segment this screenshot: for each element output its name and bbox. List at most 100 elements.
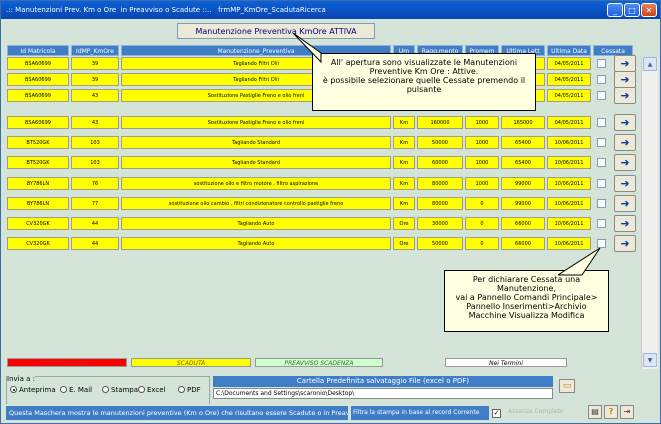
cell-um: Km	[393, 177, 415, 190]
cell-idmp: 39	[71, 57, 119, 70]
callout-line: è possibile selezionare quelle Cessate p…	[322, 76, 526, 85]
cell-idmp: 76	[71, 177, 119, 190]
cell-ultima-lett: 66000	[501, 217, 545, 230]
cell-promem: 1000	[465, 136, 499, 149]
cell-idmp: 43	[71, 116, 119, 129]
main-window: .:: Manutenzioni Prev. Km o Ore in Preav…	[0, 0, 661, 424]
cell-matricola: BY786LN	[7, 177, 69, 190]
legend-cessata: ZbisCessazione	[7, 358, 127, 367]
cell-matricola: BT520GK	[7, 156, 69, 169]
scroll-down-icon[interactable]: ▼	[643, 353, 657, 367]
manutenzione-attiva-button[interactable]: Manutenzione Preventiva KmOre ATTIVA	[177, 23, 375, 39]
radio-label: PDF	[187, 386, 201, 394]
cell-promem: 0	[465, 217, 499, 230]
cell-ultima-lett: 165000	[501, 116, 545, 129]
radio-selected-icon[interactable]	[10, 386, 17, 393]
folder-path-field[interactable]: C:\Documents and Settings\scaronio\Deskt…	[213, 388, 553, 399]
cessata-checkbox[interactable]	[597, 118, 606, 127]
radio-email[interactable]: E. Mail	[60, 386, 92, 395]
cell-matricola: BY786LN	[7, 197, 69, 210]
radio-excel[interactable]: Excel	[138, 386, 166, 395]
cell-raggiungimento: 160000	[417, 116, 463, 129]
cell-um: Ore	[393, 237, 415, 250]
minimize-button[interactable]: _	[607, 3, 623, 17]
cell-idmp: 103	[71, 156, 119, 169]
filter-checkbox[interactable]: ✓	[492, 409, 501, 418]
open-record-arrow-icon[interactable]: ➜	[614, 195, 636, 212]
print-preview-icon[interactable]: ▤	[588, 405, 602, 419]
cell-um: Ore	[393, 217, 415, 230]
cell-idmp: 44	[71, 237, 119, 250]
form-content: Manutenzione Preventiva KmOre ATTIVA Id …	[3, 19, 658, 421]
open-record-arrow-icon[interactable]: ➜	[614, 175, 636, 192]
radio-stampa[interactable]: Stampa	[102, 386, 138, 395]
cell-matricola: BSA60699	[7, 89, 69, 102]
cell-ultima-data: 04/05/2011	[547, 116, 591, 129]
cessata-checkbox[interactable]	[597, 219, 606, 228]
cell-ultima-lett: 99000	[501, 177, 545, 190]
scroll-up-icon[interactable]: ▲	[643, 57, 657, 71]
radio-label: Stampa	[111, 386, 139, 394]
cell-idmp: 39	[71, 73, 119, 86]
radio-icon[interactable]	[138, 386, 145, 393]
open-record-arrow-icon[interactable]: ➜	[614, 154, 636, 171]
cessata-checkbox[interactable]	[597, 179, 606, 188]
cell-matricola: BSA60699	[7, 116, 69, 129]
radio-label: Excel	[147, 386, 166, 394]
vertical-scrollbar[interactable]: ▲ ▼	[641, 57, 658, 369]
radio-label: Anteprima	[19, 386, 56, 394]
cell-ultima-lett: 66000	[501, 237, 545, 250]
exit-icon[interactable]: ⇥	[620, 405, 634, 419]
cessata-checkbox[interactable]	[597, 91, 606, 100]
radio-icon[interactable]	[60, 386, 67, 393]
radio-icon[interactable]	[178, 386, 185, 393]
open-record-arrow-icon[interactable]: ➜	[614, 55, 636, 72]
cell-idmp: 77	[71, 197, 119, 210]
cell-idmp: 103	[71, 136, 119, 149]
cell-raggiungimento: 60000	[417, 156, 463, 169]
radio-anteprima[interactable]: Anteprima	[10, 386, 56, 395]
open-record-arrow-icon[interactable]: ➜	[614, 215, 636, 232]
cell-idmp: 43	[71, 89, 119, 102]
invia-label: Invia a :	[7, 375, 35, 383]
callout-pointer-top	[293, 33, 322, 63]
radio-icon[interactable]	[102, 386, 109, 393]
cell-promem: 1000	[465, 156, 499, 169]
cessata-checkbox[interactable]	[597, 75, 606, 84]
callout-line: Manutenzione,	[497, 284, 556, 293]
callout-line: All' apertura sono visualizzate le Manut…	[330, 58, 518, 67]
cell-promem: 1000	[465, 116, 499, 129]
cell-raggiungimento: 30000	[417, 217, 463, 230]
help-icon[interactable]: ?	[604, 405, 618, 419]
cell-matricola: BSA60699	[7, 73, 69, 86]
open-record-arrow-icon[interactable]: ➜	[614, 87, 636, 104]
cessata-checkbox[interactable]	[597, 138, 606, 147]
cell-manutenzione: sostituzione olio e filtro motore , filt…	[121, 177, 391, 190]
open-record-arrow-icon[interactable]: ➜	[614, 134, 636, 151]
cell-manutenzione: Tagliando Auto	[121, 237, 391, 250]
cessata-checkbox[interactable]	[597, 199, 606, 208]
cell-um: Km	[393, 197, 415, 210]
open-record-arrow-icon[interactable]: ➜	[614, 71, 636, 88]
open-record-arrow-icon[interactable]: ➜	[614, 114, 636, 131]
cell-ultima-lett: 65400	[501, 136, 545, 149]
cell-ultima-data: 04/05/2011	[547, 89, 591, 102]
cell-raggiungimento: 50000	[417, 237, 463, 250]
close-button[interactable]: ✕	[641, 3, 657, 17]
open-record-arrow-icon[interactable]: ➜	[614, 235, 636, 252]
cell-ultima-lett: 99000	[501, 197, 545, 210]
cessata-checkbox[interactable]	[597, 158, 606, 167]
callout-line: pulsante	[406, 85, 442, 94]
cell-matricola: BSA60699	[7, 57, 69, 70]
radio-pdf[interactable]: PDF	[178, 386, 201, 395]
cell-ultima-data: 04/05/2011	[547, 57, 591, 70]
status-bar: Questa Maschera mostra le manutenzioni p…	[3, 404, 658, 420]
cessata-checkbox[interactable]	[597, 59, 606, 68]
radio-label: E. Mail	[69, 386, 93, 394]
folder-open-icon[interactable]: ▭	[559, 379, 575, 393]
cell-raggiungimento: 80000	[417, 197, 463, 210]
maximize-button[interactable]: □	[624, 3, 640, 17]
cell-raggiungimento: 50000	[417, 136, 463, 149]
cell-idmp: 44	[71, 217, 119, 230]
callout-line: Macchine Visualizza Modifica	[468, 311, 585, 320]
